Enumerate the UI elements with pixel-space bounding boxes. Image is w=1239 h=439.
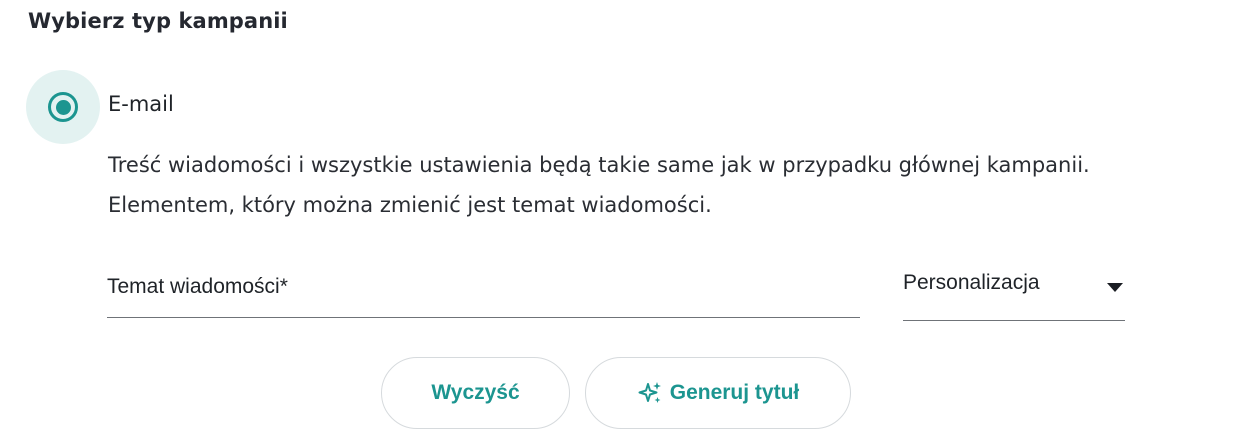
campaign-description: Treść wiadomości i wszystkie ustawienia … bbox=[108, 153, 1090, 217]
clear-button-label: Wyczyść bbox=[431, 381, 520, 404]
clear-button[interactable]: Wyczyść bbox=[381, 357, 570, 429]
subject-input-label: Temat wiadomości* bbox=[107, 275, 288, 298]
personalization-dropdown[interactable]: Personalizacja bbox=[903, 258, 1125, 321]
radio-selected-dot bbox=[55, 99, 71, 115]
email-radio-button[interactable] bbox=[26, 70, 100, 144]
radio-outer-ring bbox=[48, 92, 78, 122]
section-title: Wybierz typ kampanii bbox=[28, 9, 288, 33]
generate-title-button-label: Generuj tytuł bbox=[669, 381, 800, 404]
generate-title-button[interactable]: Generuj tytuł bbox=[585, 357, 851, 429]
personalization-label: Personalizacja bbox=[903, 271, 1040, 294]
subject-input[interactable]: Temat wiadomości* bbox=[107, 258, 860, 318]
email-radio-label[interactable]: E-mail bbox=[108, 92, 174, 116]
caret-down-icon bbox=[1107, 283, 1123, 292]
sparkle-icon bbox=[638, 382, 661, 403]
